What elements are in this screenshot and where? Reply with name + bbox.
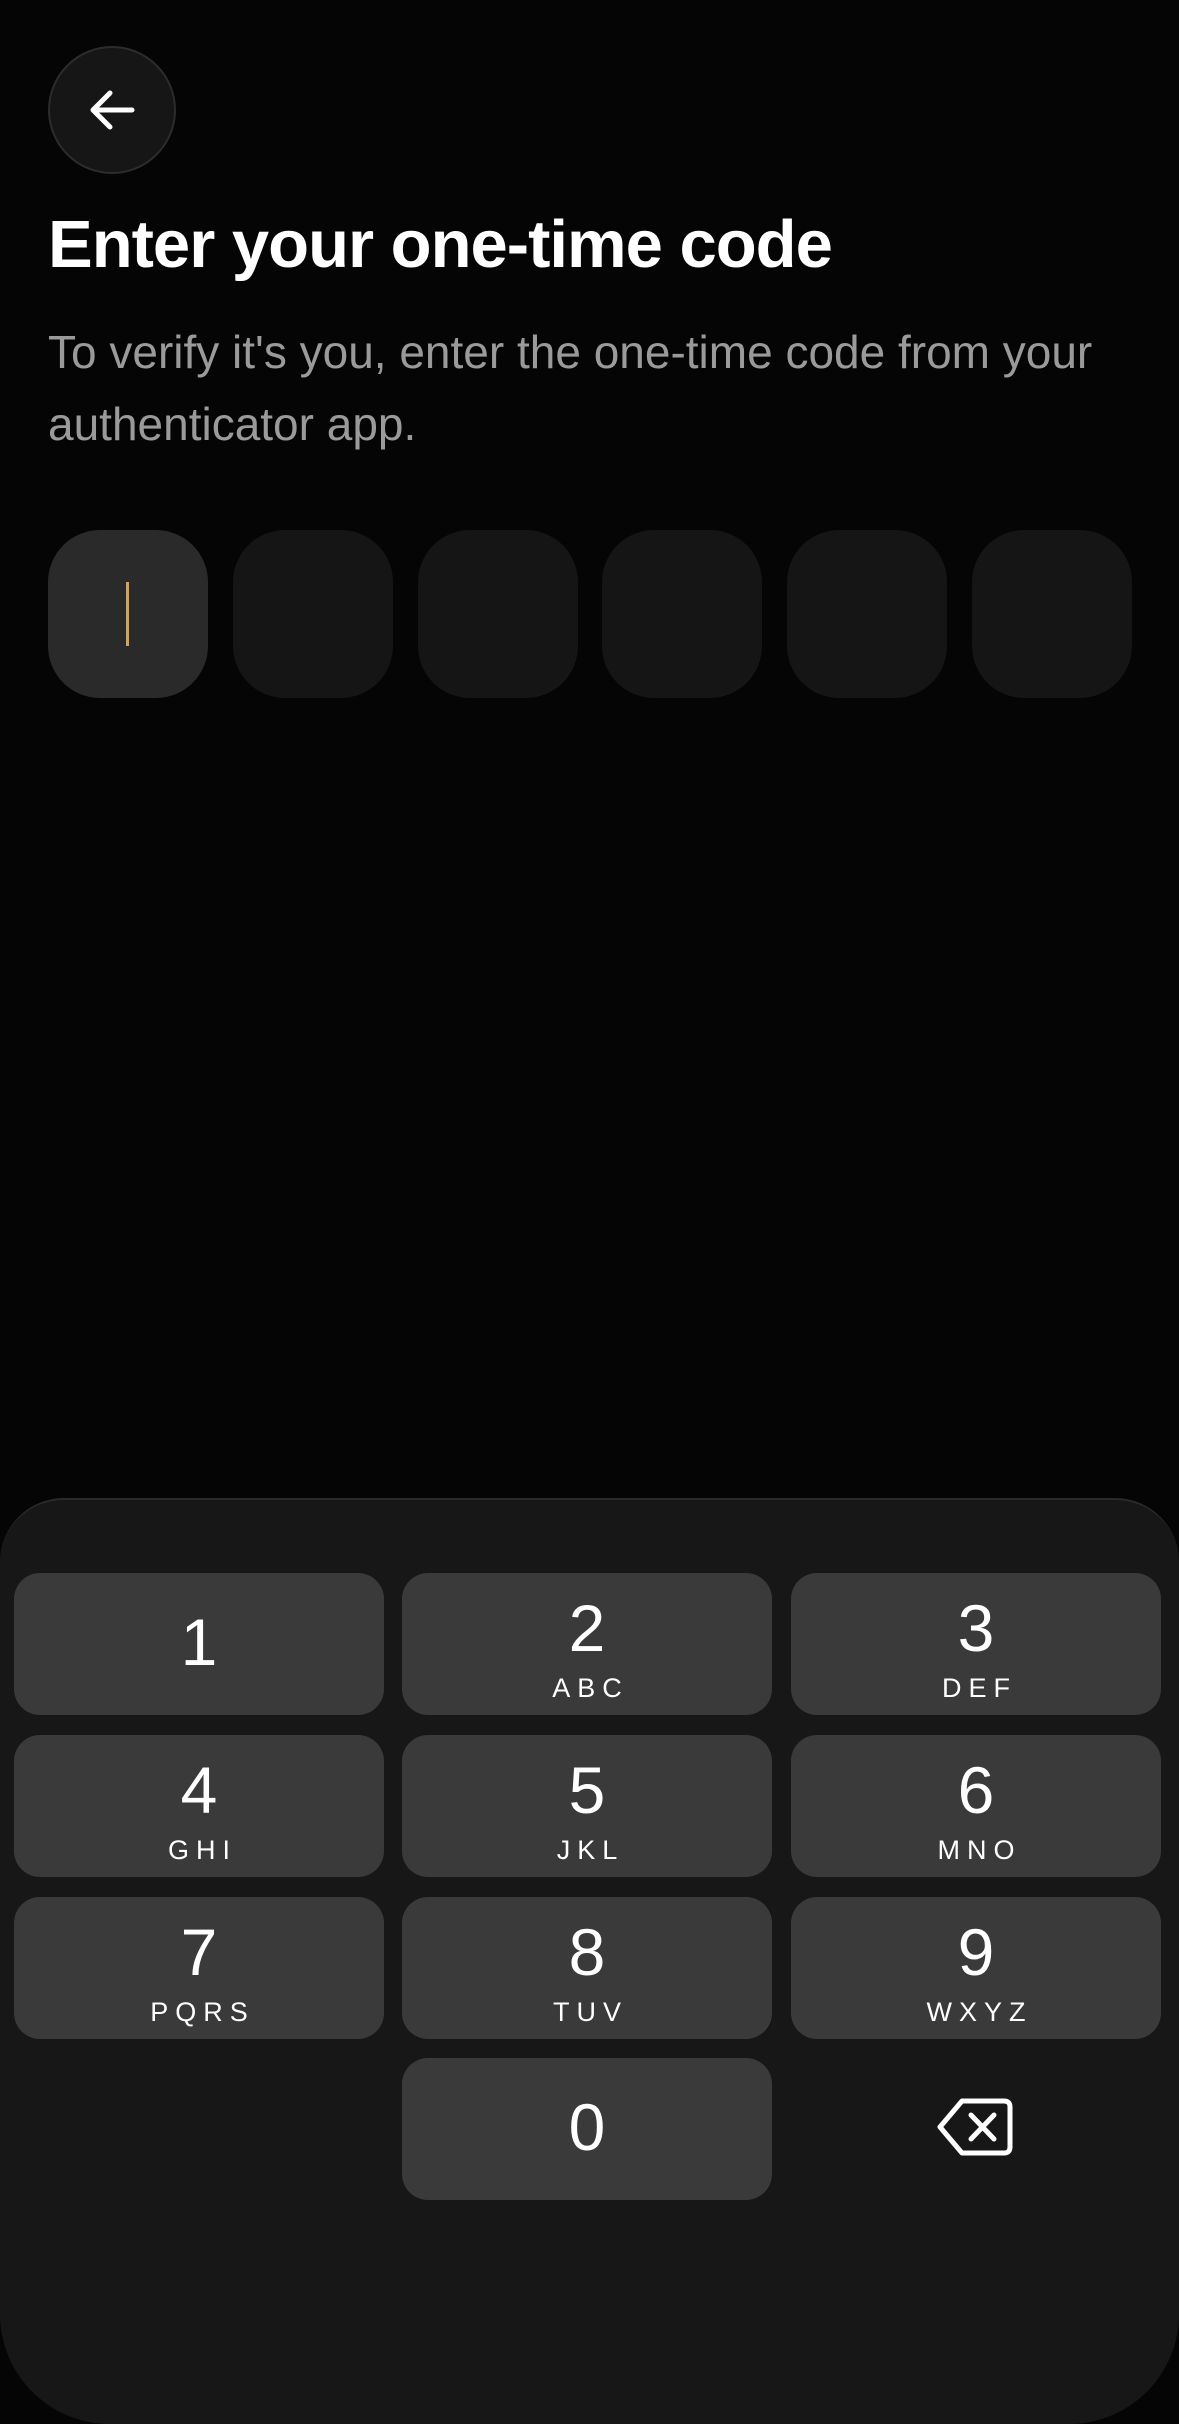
key-letters: JKL: [556, 1835, 625, 1865]
key-letters: WXYZ: [926, 1997, 1033, 2027]
key-4[interactable]: 4 GHI: [14, 1735, 384, 1877]
back-button[interactable]: [48, 46, 176, 174]
key-letters: PQRS: [150, 1997, 255, 2027]
otp-digit-box-3[interactable]: [417, 530, 578, 698]
otp-digit-box-5[interactable]: [787, 530, 948, 698]
key-9[interactable]: 9 WXYZ: [791, 1897, 1161, 2039]
backspace-icon: [936, 2095, 1016, 2164]
key-letters: TUV: [553, 1997, 628, 2027]
otp-digit-box-1[interactable]: [48, 530, 208, 698]
key-3[interactable]: 3 DEF: [791, 1573, 1161, 1715]
key-digit: 0: [568, 2090, 606, 2164]
key-2[interactable]: 2 ABC: [402, 1573, 772, 1715]
key-letters: GHI: [167, 1835, 237, 1865]
otp-digit-box-4[interactable]: [602, 530, 763, 698]
otp-digit-box-6[interactable]: [971, 530, 1132, 698]
key-digit: 7: [180, 1915, 218, 1989]
key-digit: 2: [568, 1591, 606, 1665]
arrow-left-icon: [84, 82, 140, 138]
numeric-keypad: 1 2 ABC 3 DEF 4 GHI 5 JKL 6 MNO 7 PQRS 8…: [0, 1498, 1179, 2424]
key-6[interactable]: 6 MNO: [791, 1735, 1161, 1877]
key-digit: 1: [180, 1605, 218, 1679]
text-cursor: [126, 582, 129, 646]
page-title: Enter your one-time code: [48, 207, 833, 282]
key-7[interactable]: 7 PQRS: [14, 1897, 384, 2039]
key-digit: 8: [568, 1915, 606, 1989]
key-letters: MNO: [937, 1835, 1022, 1865]
otp-digit-box-2[interactable]: [232, 530, 393, 698]
key-0[interactable]: 0: [402, 2058, 772, 2200]
key-1[interactable]: 1: [14, 1573, 384, 1715]
key-letters: DEF: [942, 1673, 1017, 1703]
key-letters: ABC: [552, 1673, 629, 1703]
key-5[interactable]: 5 JKL: [402, 1735, 772, 1877]
backspace-button[interactable]: [791, 2058, 1161, 2200]
key-digit: 5: [568, 1753, 606, 1827]
key-8[interactable]: 8 TUV: [402, 1897, 772, 2039]
key-digit: 9: [957, 1915, 995, 1989]
key-digit: 6: [957, 1753, 995, 1827]
key-digit: 3: [957, 1591, 995, 1665]
page-subtitle: To verify it's you, enter the one-time c…: [48, 326, 1093, 450]
key-digit: 4: [180, 1753, 218, 1827]
otp-input-row: [48, 530, 1132, 698]
